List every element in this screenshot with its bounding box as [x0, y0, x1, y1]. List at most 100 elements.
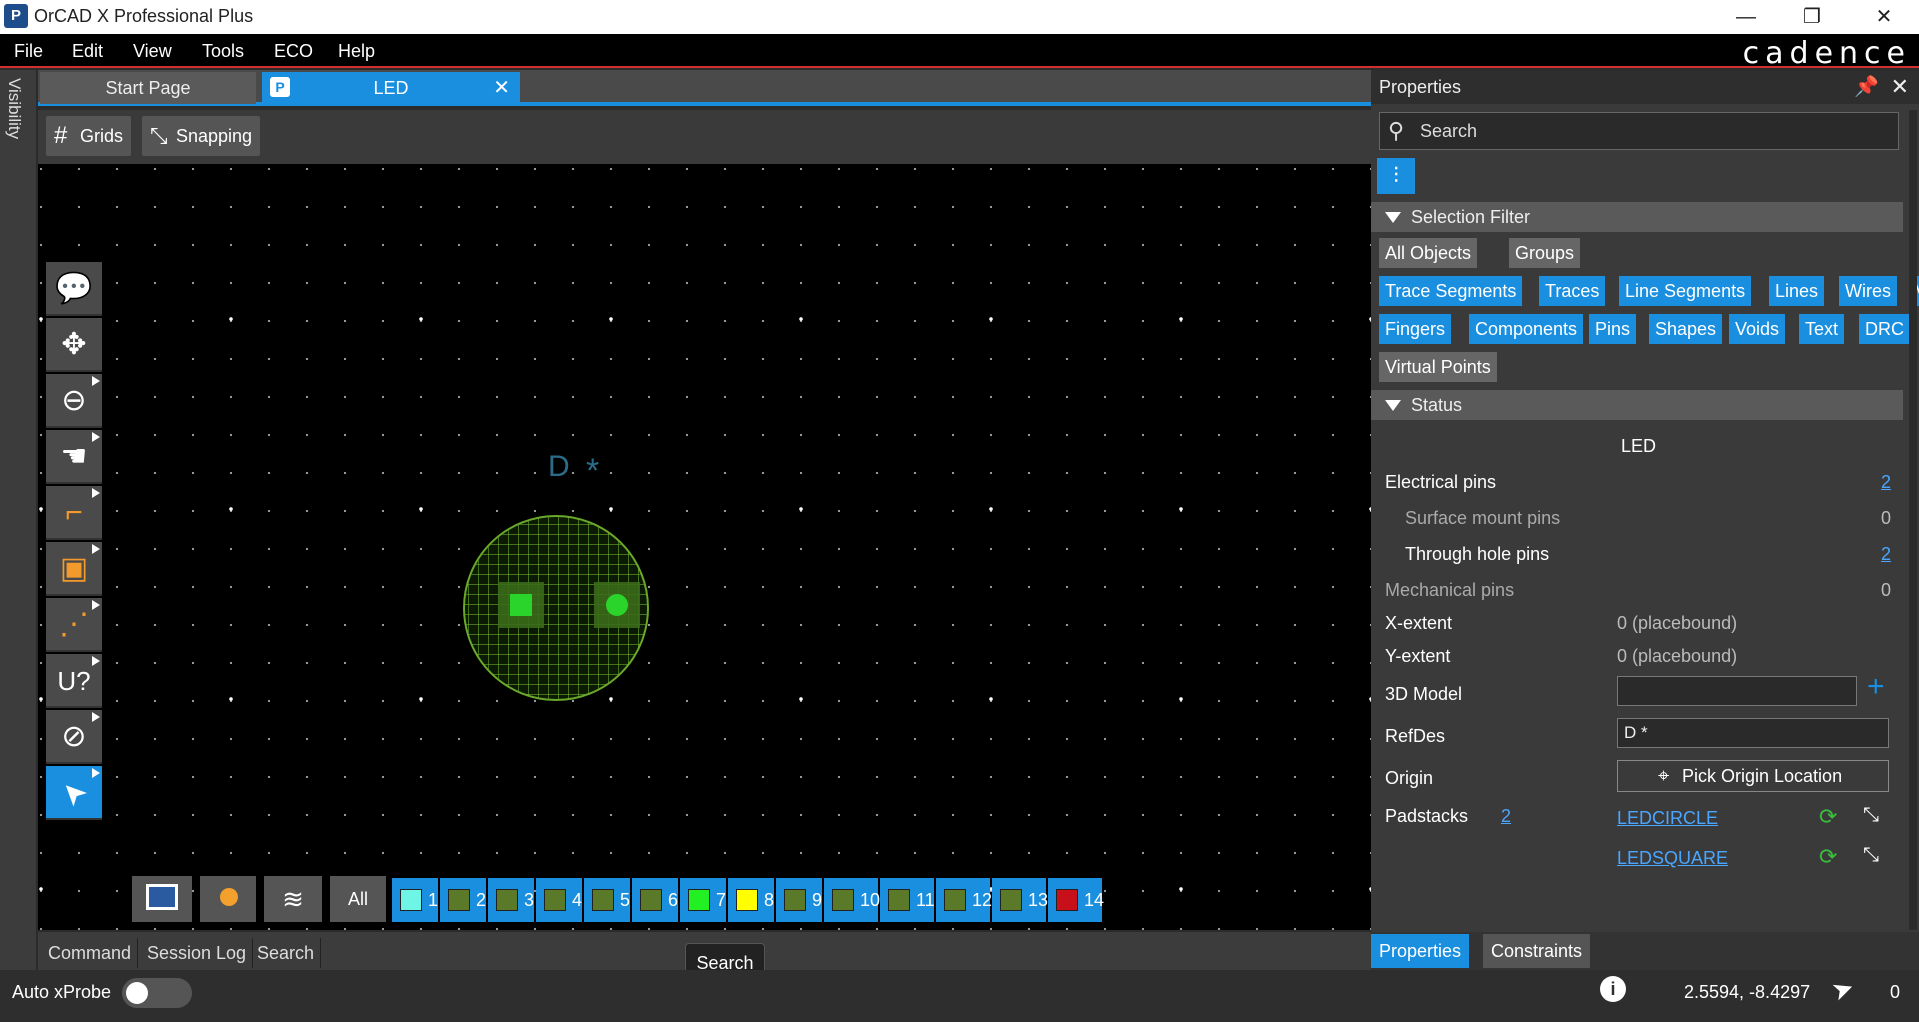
- padstacks-count-link[interactable]: 2: [1501, 806, 1511, 827]
- filter-chip[interactable]: Wires: [1839, 276, 1897, 306]
- layers-button[interactable]: ≋: [264, 876, 322, 922]
- add-component-tool[interactable]: ▣: [46, 542, 102, 596]
- status-section[interactable]: Status: [1371, 390, 1903, 420]
- padstack-ledcircle-link[interactable]: LEDCIRCLE: [1617, 808, 1718, 829]
- grids-button[interactable]: # Grids: [46, 116, 132, 156]
- fanout-tool[interactable]: ⋰: [46, 598, 102, 652]
- auto-xprobe-label: Auto xProbe: [12, 982, 112, 1002]
- tab-properties[interactable]: Properties: [1371, 934, 1470, 968]
- layer-6-button[interactable]: 6: [632, 878, 678, 922]
- filter-chip[interactable]: All Objects: [1379, 238, 1478, 268]
- filter-chip[interactable]: Lines: [1769, 276, 1825, 306]
- menu-view[interactable]: View: [133, 41, 172, 62]
- filter-settings-button[interactable]: ⫶: [1377, 158, 1415, 194]
- comment-tool[interactable]: 💬: [46, 262, 102, 316]
- menu-eco[interactable]: ECO: [274, 41, 313, 62]
- display-settings-button[interactable]: [132, 876, 192, 922]
- close-window-button[interactable]: ✕: [1864, 4, 1904, 30]
- filter-chip[interactable]: Line Segments: [1619, 276, 1752, 306]
- filter-chip[interactable]: Groups: [1509, 238, 1581, 268]
- layer-1-button[interactable]: 1: [392, 878, 438, 922]
- layer-7-button[interactable]: 7: [680, 878, 726, 922]
- submenu-arrow-icon: [92, 712, 100, 722]
- layer-9-button[interactable]: 9: [776, 878, 822, 922]
- auto-xprobe-toggle[interactable]: [122, 978, 192, 1008]
- layer-14-button[interactable]: 14: [1048, 878, 1104, 922]
- 3d-model-input[interactable]: [1617, 676, 1857, 706]
- tab-constraints[interactable]: Constraints: [1483, 934, 1591, 968]
- filter-chip[interactable]: Virtual Points: [1379, 352, 1497, 382]
- move-tool[interactable]: ✥: [46, 318, 102, 372]
- color-settings-button[interactable]: [200, 876, 256, 922]
- selection-filter-section[interactable]: Selection Filter: [1371, 202, 1903, 232]
- zoom-area-tool[interactable]: ⊖: [46, 374, 102, 428]
- design-canvas[interactable]: D *: [38, 164, 1371, 930]
- submenu-arrow-icon: [92, 656, 100, 666]
- layer-2-button[interactable]: 2: [440, 878, 486, 922]
- info-icon[interactable]: i: [1600, 976, 1626, 1002]
- tab-session-log[interactable]: Session Log: [141, 938, 254, 968]
- properties-scrollbar[interactable]: [1909, 110, 1917, 930]
- properties-search-input[interactable]: ⚲ Search: [1379, 112, 1899, 150]
- route-tool[interactable]: ⌐: [46, 486, 102, 540]
- layer-4-button[interactable]: 4: [536, 878, 582, 922]
- select-tool[interactable]: ➤: [46, 766, 102, 820]
- refdes-silk-text[interactable]: D: [548, 450, 570, 483]
- tab-led[interactable]: P LED ✕: [262, 72, 520, 104]
- pan-tool[interactable]: ☚: [46, 430, 102, 484]
- th-pins-label: Through hole pins: [1405, 544, 1550, 564]
- pick-origin-button[interactable]: ⌖ Pick Origin Location: [1617, 760, 1889, 792]
- filter-chip[interactable]: Fingers: [1379, 314, 1452, 344]
- filter-chip[interactable]: Components: [1469, 314, 1584, 344]
- layer-12-button[interactable]: 12: [936, 878, 993, 922]
- refresh-icon[interactable]: ⟳: [1819, 844, 1837, 870]
- layer-8-button[interactable]: 8: [728, 878, 774, 922]
- refdes-input[interactable]: D *: [1617, 718, 1889, 748]
- selection-count: 0: [1890, 982, 1901, 1002]
- edit-padstack-icon[interactable]: ⤡: [1863, 804, 1879, 827]
- pad-2-circle[interactable]: [606, 594, 628, 616]
- filter-chip[interactable]: Traces: [1539, 276, 1606, 306]
- th-pins-link[interactable]: 2: [1881, 544, 1891, 565]
- menu-edit[interactable]: Edit: [72, 41, 103, 62]
- menu-help[interactable]: Help: [338, 41, 375, 62]
- electrical-pins-link[interactable]: 2: [1881, 472, 1891, 493]
- padstack-ledsquare-link[interactable]: LEDSQUARE: [1617, 848, 1728, 869]
- filter-chips-row-4: Virtual Points: [1379, 352, 1899, 384]
- layer-3-button[interactable]: 3: [488, 878, 534, 922]
- edit-padstack-icon[interactable]: ⤡: [1863, 844, 1879, 867]
- menu-file[interactable]: File: [14, 41, 43, 62]
- add-model-icon[interactable]: +: [1867, 670, 1885, 704]
- menu-tools[interactable]: Tools: [202, 41, 244, 62]
- layer-number: 12: [972, 890, 993, 910]
- restore-button[interactable]: ❐: [1792, 4, 1832, 30]
- filter-chip[interactable]: Pins: [1589, 314, 1637, 344]
- layer-number: 3: [524, 890, 535, 910]
- tab-start-page[interactable]: Start Page: [40, 72, 256, 104]
- layer-color-swatch: [688, 889, 710, 911]
- pad-1-square[interactable]: [510, 594, 532, 616]
- minimize-button[interactable]: —: [1726, 4, 1766, 30]
- all-layers-button[interactable]: All: [330, 876, 386, 922]
- close-tab-icon[interactable]: ✕: [493, 72, 510, 104]
- snapping-button[interactable]: ⤡ Snapping: [142, 116, 261, 156]
- filter-chip[interactable]: Trace Segments: [1379, 276, 1523, 306]
- close-panel-icon[interactable]: ✕: [1891, 70, 1909, 104]
- layer-13-button[interactable]: 13: [992, 878, 1048, 922]
- filter-chip[interactable]: Voids: [1729, 314, 1786, 344]
- tab-search[interactable]: Search: [251, 938, 322, 968]
- filter-chip[interactable]: Text: [1799, 314, 1845, 344]
- refresh-icon[interactable]: ⟳: [1819, 804, 1837, 830]
- layer-10-button[interactable]: 10: [824, 878, 880, 922]
- tab-command[interactable]: Command: [42, 938, 139, 968]
- submenu-arrow-icon: [92, 488, 100, 498]
- tool-palette: 💬 ✥ ⊖ ☚ ⌐ ▣ ⋰ U? ⊘ ➤: [46, 262, 102, 830]
- filter-chip[interactable]: Shapes: [1649, 314, 1723, 344]
- visibility-panel-tab[interactable]: Visibility: [0, 70, 36, 970]
- layer-11-button[interactable]: 11: [880, 878, 935, 922]
- filter-chip[interactable]: DRC: [1859, 314, 1910, 344]
- pin-icon[interactable]: 📌: [1854, 70, 1879, 104]
- refdes-tool[interactable]: U?: [46, 654, 102, 708]
- layer-5-button[interactable]: 5: [584, 878, 630, 922]
- search-placeholder: Search: [1420, 121, 1478, 141]
